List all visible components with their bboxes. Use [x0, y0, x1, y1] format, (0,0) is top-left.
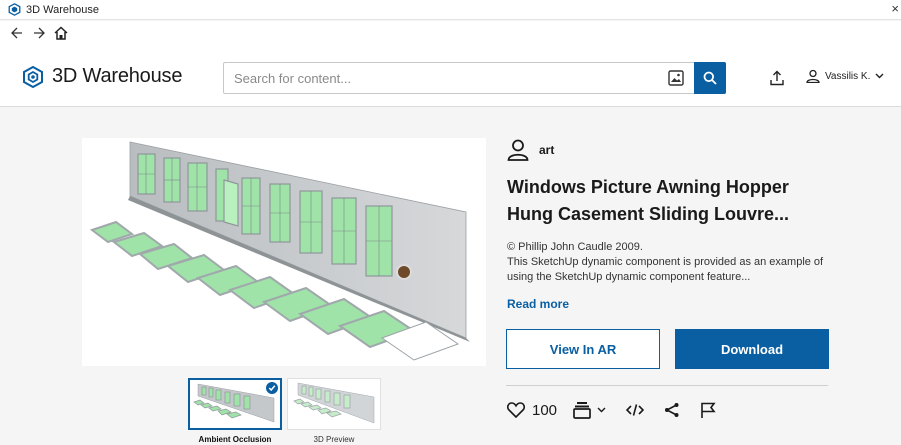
share-button[interactable]	[664, 402, 680, 418]
search-button[interactable]	[694, 62, 726, 94]
thumbnail-3d-preview[interactable]	[287, 378, 381, 430]
window-title: 3D Warehouse	[26, 3, 99, 16]
back-arrow-icon[interactable]	[9, 25, 25, 41]
navigation-bar	[0, 21, 901, 45]
user-name: Vassilis K.	[825, 70, 871, 82]
divider	[506, 385, 828, 386]
brand-logo-link[interactable]: 3D Warehouse	[22, 65, 182, 88]
upload-icon[interactable]	[770, 70, 784, 86]
home-icon[interactable]	[53, 25, 69, 41]
model-preview-image[interactable]	[82, 138, 486, 366]
description-line: This SketchUp dynamic component is provi…	[507, 256, 824, 283]
author-name: art	[539, 143, 555, 157]
embed-code-icon	[626, 404, 645, 416]
report-button[interactable]	[700, 402, 716, 419]
like-count: 100	[532, 401, 558, 419]
read-more-link[interactable]: Read more	[507, 297, 569, 311]
brand-name: 3D Warehouse	[52, 65, 183, 87]
collection-dropdown-button[interactable]	[573, 401, 606, 419]
window-titlebar: 3D Warehouse ×	[0, 0, 901, 20]
user-icon	[806, 69, 820, 83]
author-link[interactable]: art	[507, 139, 554, 161]
model-title: Windows Picture Awning Hopper Hung Casem…	[507, 177, 790, 224]
like-button[interactable]	[507, 402, 525, 418]
warehouse-logo-icon	[23, 65, 43, 88]
forward-arrow-icon[interactable]	[31, 25, 47, 41]
app-logo-icon	[8, 3, 21, 16]
view-in-ar-button[interactable]: View In AR	[506, 329, 660, 369]
chevron-down-icon	[597, 407, 606, 413]
chevron-down-icon	[875, 73, 884, 79]
model-render	[89, 141, 470, 361]
selected-check-icon	[266, 382, 278, 394]
search-icon	[703, 71, 717, 85]
site-header: 3D Warehouse Vassilis K.	[0, 45, 901, 107]
thumbnail-label: 3D Preview	[313, 435, 355, 444]
collection-icon	[573, 402, 591, 419]
search-input[interactable]	[224, 63, 664, 93]
share-icon	[665, 403, 679, 417]
search-box	[223, 62, 726, 94]
user-menu[interactable]: Vassilis K.	[806, 69, 884, 83]
image-search-icon[interactable]	[668, 70, 684, 86]
thumbnail-ambient-occlusion[interactable]	[188, 378, 282, 430]
description-line: © Phillip John Caudle 2009.	[507, 241, 643, 253]
window-close-button[interactable]: ×	[891, 1, 899, 16]
thumbnail-image	[293, 382, 375, 424]
action-bar: 100	[507, 398, 716, 422]
model-description: © Phillip John Caudle 2009. This SketchU…	[507, 240, 837, 285]
download-button[interactable]: Download	[675, 329, 829, 369]
heart-icon	[507, 402, 525, 418]
user-icon	[507, 139, 529, 161]
flag-icon	[701, 402, 716, 418]
embed-button[interactable]	[626, 403, 645, 417]
thumbnail-label: Ambient Occlusion	[198, 435, 272, 444]
